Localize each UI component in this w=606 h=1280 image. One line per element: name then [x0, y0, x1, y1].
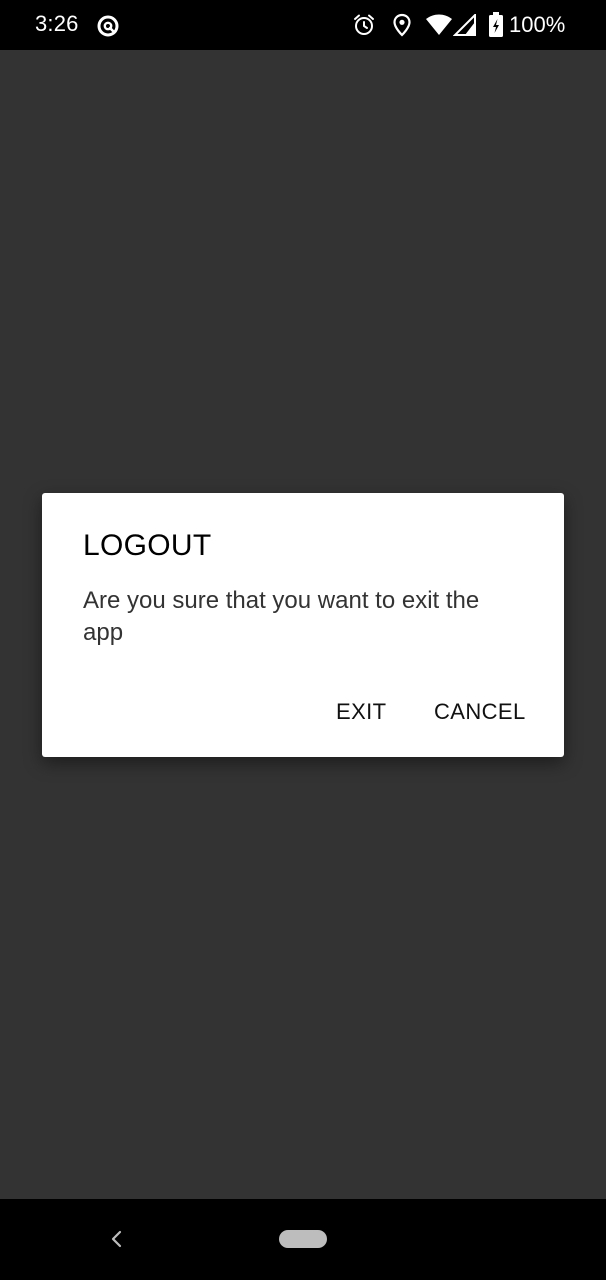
cancel-button[interactable]: CANCEL	[434, 693, 526, 731]
battery-charging-icon	[489, 12, 503, 37]
dialog-title: LOGOUT	[83, 529, 212, 562]
exit-button[interactable]: EXIT	[336, 693, 387, 731]
wifi-icon	[426, 14, 452, 35]
home-pill[interactable]	[279, 1230, 327, 1248]
status-time: 3:26	[35, 11, 79, 36]
back-icon[interactable]	[107, 1227, 127, 1251]
dialog-message: Are you sure that you want to exit the a…	[83, 587, 480, 646]
alarm-icon	[354, 14, 374, 35]
cell-signal-icon	[453, 14, 476, 36]
battery-percent: 100%	[509, 12, 566, 37]
navigation-bar	[0, 1199, 606, 1280]
status-bar: 3:26 100%	[0, 0, 606, 50]
app-notification-icon	[97, 15, 119, 37]
logout-dialog: LOGOUT Are you sure that you want to exi…	[42, 493, 564, 757]
location-icon	[393, 13, 411, 37]
